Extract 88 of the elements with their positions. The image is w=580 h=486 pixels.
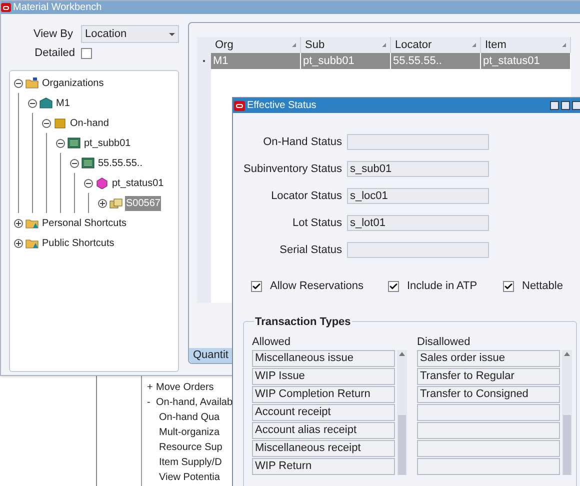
navigator-item[interactable]: Item Supply/D bbox=[147, 455, 222, 470]
table-cell: pt_subb01 bbox=[301, 53, 391, 69]
logo-icon bbox=[234, 100, 245, 110]
collapse-icon[interactable] bbox=[14, 78, 23, 88]
folder-icon bbox=[25, 77, 39, 89]
expand-icon[interactable] bbox=[14, 218, 23, 228]
sort-icon[interactable] bbox=[382, 43, 386, 47]
tree-item[interactable]: Personal Shortcuts bbox=[41, 216, 128, 230]
list-row[interactable]: Transfer to Consigned bbox=[417, 386, 560, 402]
building-icon bbox=[39, 97, 53, 109]
grid-icon bbox=[81, 157, 95, 169]
cube-icon bbox=[95, 177, 109, 189]
scrollbar[interactable] bbox=[397, 350, 407, 474]
checkbox-label[interactable]: Nettable bbox=[522, 278, 563, 294]
tree-item[interactable]: pt_status01 bbox=[111, 176, 165, 190]
tab[interactable]: Quantit bbox=[189, 348, 232, 363]
sort-icon[interactable] bbox=[562, 43, 566, 47]
tree-item[interactable]: On-hand bbox=[69, 116, 110, 130]
navigator-item[interactable]: Mult-organiza bbox=[147, 425, 220, 440]
check-icon bbox=[504, 282, 513, 291]
view-by-select[interactable]: Location bbox=[81, 25, 179, 43]
tree-item[interactable]: Public Shortcuts bbox=[41, 236, 116, 250]
dropdown-icon bbox=[169, 32, 175, 36]
status-field[interactable] bbox=[347, 134, 489, 150]
list-row[interactable]: Sales order issue bbox=[417, 350, 560, 366]
check-icon bbox=[252, 282, 261, 291]
collapse-icon[interactable] bbox=[56, 138, 65, 148]
list-heading: Disallowed bbox=[417, 334, 472, 350]
check-icon bbox=[389, 282, 398, 291]
tree-item[interactable]: M1 bbox=[55, 96, 71, 110]
folder-stack-icon bbox=[109, 197, 123, 209]
tree-item[interactable]: 55.55.55.. bbox=[97, 156, 144, 170]
table-cell: 55.55.55.. bbox=[391, 53, 481, 69]
logo-icon bbox=[1, 3, 11, 12]
navigator-item[interactable]: On-hand, Availab bbox=[156, 395, 233, 410]
checkbox[interactable] bbox=[81, 48, 92, 58]
navigator-item[interactable]: View Potentia bbox=[147, 470, 220, 485]
list-heading: Allowed bbox=[252, 334, 292, 350]
shortcut-folder-icon bbox=[25, 237, 39, 249]
checkbox-label[interactable]: Include in ATP bbox=[407, 278, 478, 294]
shortcut-folder-icon bbox=[25, 217, 39, 229]
field-label: On-Hand Status bbox=[262, 134, 343, 150]
box-icon bbox=[53, 117, 67, 129]
tree-toggle[interactable]: - bbox=[147, 395, 153, 410]
field-label: Subinventory Status bbox=[242, 162, 343, 177]
scroll-up-icon[interactable] bbox=[564, 352, 570, 356]
field-label: Locator Status bbox=[270, 188, 343, 204]
list-row[interactable]: WIP Return bbox=[252, 458, 395, 474]
navigator-item[interactable]: Resource Sup bbox=[147, 440, 222, 455]
window-title: Material Workbench bbox=[13, 1, 102, 15]
checkbox[interactable] bbox=[503, 280, 514, 292]
table-cell: M1 bbox=[211, 53, 301, 69]
collapse-icon[interactable] bbox=[28, 98, 37, 108]
scrollbar[interactable] bbox=[562, 350, 572, 474]
collapse-icon[interactable] bbox=[84, 178, 93, 188]
collapse-icon[interactable] bbox=[70, 158, 79, 168]
list-row[interactable]: Transfer to Regular bbox=[417, 368, 560, 384]
list-row[interactable]: Miscellaneous receipt bbox=[252, 440, 395, 456]
expand-icon[interactable] bbox=[98, 198, 107, 208]
collapse-icon[interactable] bbox=[42, 118, 51, 128]
window-title: Effective Status bbox=[247, 99, 316, 113]
status-field[interactable]: s_lot01 bbox=[347, 215, 489, 231]
checkbox[interactable] bbox=[388, 280, 399, 292]
sort-icon[interactable] bbox=[292, 43, 296, 47]
list-row[interactable]: Miscellaneous issue bbox=[252, 350, 395, 366]
tree-item[interactable]: pt_subb01 bbox=[83, 136, 132, 150]
tree-toggle[interactable]: + bbox=[147, 380, 153, 395]
grid-icon bbox=[67, 137, 81, 149]
list-row[interactable]: WIP Issue bbox=[252, 368, 395, 384]
checkbox[interactable] bbox=[251, 280, 262, 292]
status-field[interactable]: s_sub01 bbox=[347, 161, 489, 177]
scroll-up-icon[interactable] bbox=[399, 352, 405, 356]
sort-icon[interactable] bbox=[472, 43, 476, 47]
navigator-item[interactable]: Move Orders bbox=[156, 380, 214, 395]
checkbox-label[interactable]: Allow Reservations bbox=[270, 278, 364, 294]
navigator-item[interactable]: On-hand Qua bbox=[147, 410, 220, 425]
list-row[interactable]: WIP Completion Return bbox=[252, 386, 395, 402]
tree-item[interactable]: Organizations bbox=[41, 76, 105, 90]
status-field[interactable] bbox=[347, 242, 489, 258]
field-label: Lot Status bbox=[291, 216, 343, 231]
field-label: Serial Status bbox=[278, 242, 343, 258]
list-row[interactable]: Account alias receipt bbox=[252, 422, 395, 438]
expand-icon[interactable] bbox=[14, 238, 23, 248]
field-label: Detailed bbox=[34, 46, 76, 61]
field-label: View By bbox=[32, 26, 74, 42]
status-field[interactable]: s_loc01 bbox=[347, 188, 489, 204]
table-cell: pt_status01 bbox=[481, 53, 571, 69]
list-row[interactable]: Account receipt bbox=[252, 404, 395, 420]
